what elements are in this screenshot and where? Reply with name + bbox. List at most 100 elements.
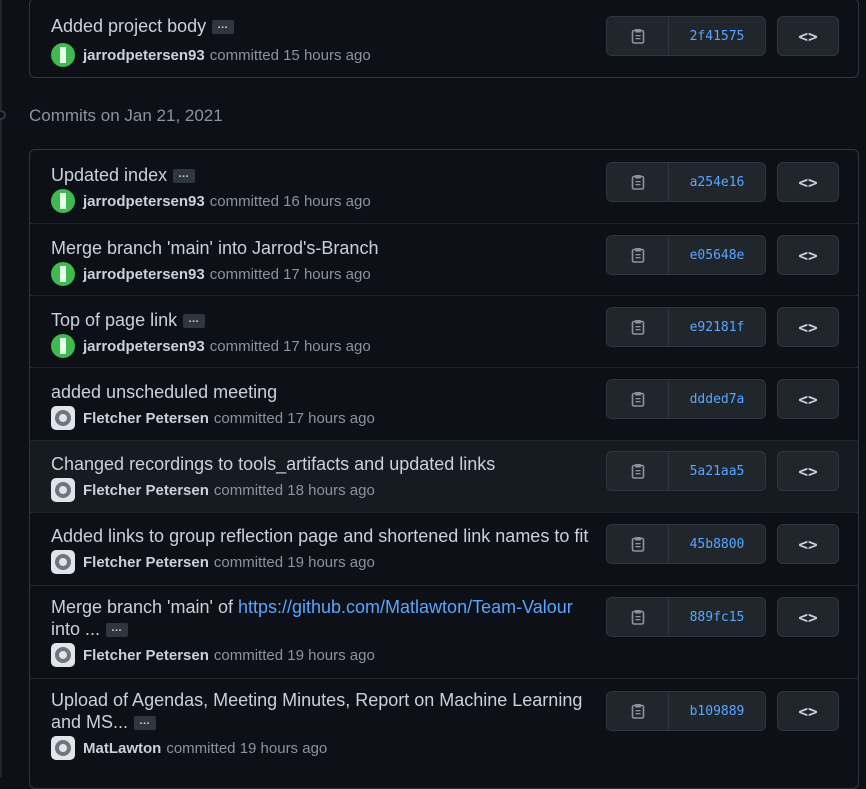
clipboard-icon [631,175,644,190]
commit-sha-link[interactable]: ddded7a [669,380,765,418]
commit-title-line: added unscheduled meeting [51,381,593,403]
avatar[interactable] [51,550,75,574]
browse-repo-button[interactable]: <> [777,691,839,731]
commit-meta: Fletcher Petersen committed 19 hours ago [51,550,375,574]
sha-button-group: 889fc15 [606,597,766,637]
author-link[interactable]: Fletcher Petersen [83,410,209,427]
browse-repo-button[interactable]: <> [777,524,839,564]
copy-sha-button[interactable] [607,598,669,636]
commit-title-line: Updated index … [51,164,593,186]
browse-repo-button[interactable]: <> [777,451,839,491]
commit-title[interactable]: Added links to group reflection page and… [51,526,588,546]
commit-title[interactable]: Changed recordings to tools_artifacts an… [51,454,495,474]
commit-title-link[interactable]: https://github.com/Matlawton/Team-Valour [238,597,573,617]
commit-sha-link[interactable]: 2f41575 [669,17,765,55]
copy-sha-button[interactable] [607,308,669,346]
clipboard-icon [631,248,644,263]
commit-meta: MatLawton committed 19 hours ago [51,736,327,760]
commit-row: Changed recordings to tools_artifacts an… [30,440,858,512]
copy-sha-button[interactable] [607,525,669,563]
commit-time: 17 hours ago [283,337,371,355]
author-link[interactable]: MatLawton [83,740,161,757]
clipboard-icon [631,320,644,335]
clipboard-icon [631,392,644,407]
avatar[interactable] [51,43,75,67]
expand-message-button[interactable]: … [173,169,196,184]
browse-repo-button[interactable]: <> [777,235,839,275]
commit-row: added unscheduled meeting Fletcher Peter… [30,367,858,440]
commit-title-line: Upload of Agendas, Meeting Minutes, Repo… [51,689,593,733]
commit-meta: jarrodpetersen93 committed 16 hours ago [51,189,371,213]
copy-sha-button[interactable] [607,452,669,490]
commit-group-previous: Added project body … jarrodpetersen93 com… [29,0,859,78]
clipboard-icon [631,704,644,719]
commit-meta: Fletcher Petersen committed 17 hours ago [51,406,375,430]
commit-time: 17 hours ago [283,265,371,283]
browse-repo-button[interactable]: <> [777,597,839,637]
author-link[interactable]: jarrodpetersen93 [83,338,205,355]
sha-button-group: e05648e [606,235,766,275]
commit-sha-link[interactable]: 889fc15 [669,598,765,636]
commit-action: committed [213,409,284,427]
commit-title[interactable]: Added project body [51,16,206,36]
date-heading: Commits on Jan 21, 2021 [29,106,223,125]
avatar[interactable] [51,643,75,667]
clipboard-icon [631,610,644,625]
commit-title[interactable]: added unscheduled meeting [51,382,277,402]
commit-title[interactable]: Merge branch 'main' of [51,597,238,617]
commit-row: Updated index … jarrodpetersen93 committe… [30,150,858,223]
commit-time: 17 hours ago [287,409,375,427]
commit-title[interactable]: Upload of Agendas, Meeting Minutes, Repo… [51,690,582,710]
commit-row: Merge branch 'main' into Jarrod's-Branch… [30,223,858,295]
browse-repo-button[interactable]: <> [777,162,839,202]
author-link[interactable]: jarrodpetersen93 [83,193,205,210]
avatar[interactable] [51,736,75,760]
commit-title[interactable]: Merge branch 'main' into Jarrod's-Branch [51,238,378,258]
avatar[interactable] [51,334,75,358]
sha-button-group: 45b8800 [606,524,766,564]
avatar[interactable] [51,406,75,430]
copy-sha-button[interactable] [607,236,669,274]
commit-sha-link[interactable]: 45b8800 [669,525,765,563]
commit-row: Upload of Agendas, Meeting Minutes, Repo… [30,678,858,770]
copy-sha-button[interactable] [607,692,669,730]
commit-title-line: Merge branch 'main' into Jarrod's-Branch [51,237,593,259]
commit-sha-link[interactable]: 5a21aa5 [669,452,765,490]
browse-repo-button[interactable]: <> [777,379,839,419]
author-link[interactable]: jarrodpetersen93 [83,47,205,64]
commit-sha-link[interactable]: b109889 [669,692,765,730]
commit-title-continued[interactable]: into ... [51,619,100,639]
commit-sha-link[interactable]: a254e16 [669,163,765,201]
commit-time: 19 hours ago [287,553,375,571]
commit-meta: Fletcher Petersen committed 18 hours ago [51,478,375,502]
author-link[interactable]: Fletcher Petersen [83,482,209,499]
commit-title[interactable]: Top of page link [51,310,177,330]
avatar[interactable] [51,262,75,286]
commit-row: Merge branch 'main' of https://github.co… [30,585,858,678]
commit-time: 19 hours ago [287,646,375,664]
copy-sha-button[interactable] [607,17,669,55]
expand-message-button[interactable]: … [106,623,129,638]
commit-title-continued[interactable]: and MS... [51,712,128,732]
clipboard-icon [631,29,644,44]
expand-message-button[interactable]: … [134,716,157,731]
commit-title-line: Top of page link … [51,309,593,331]
browse-repo-button[interactable]: <> [777,16,839,56]
commit-sha-link[interactable]: e92181f [669,308,765,346]
commit-title[interactable]: Updated index [51,165,167,185]
copy-sha-button[interactable] [607,380,669,418]
commit-time: 16 hours ago [283,192,371,210]
expand-message-button[interactable]: … [212,20,235,35]
author-link[interactable]: Fletcher Petersen [83,647,209,664]
author-link[interactable]: jarrodpetersen93 [83,266,205,283]
commit-meta: jarrodpetersen93 committed 17 hours ago [51,334,371,358]
commit-meta: jarrodpetersen93 committed 15 hours ago [51,43,371,67]
commit-group-jan-21: Updated index … jarrodpetersen93 committe… [29,149,859,789]
copy-sha-button[interactable] [607,163,669,201]
commit-sha-link[interactable]: e05648e [669,236,765,274]
author-link[interactable]: Fletcher Petersen [83,554,209,571]
avatar[interactable] [51,478,75,502]
expand-message-button[interactable]: … [183,314,206,329]
browse-repo-button[interactable]: <> [777,307,839,347]
avatar[interactable] [51,189,75,213]
